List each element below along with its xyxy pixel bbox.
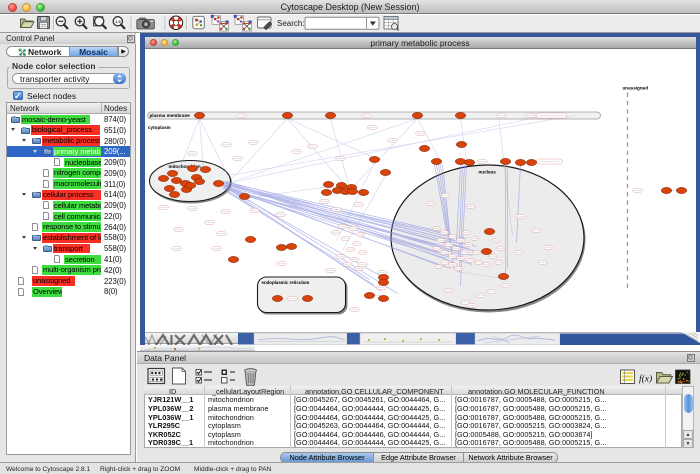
svg-text:endoplasmic reticulum: endoplasmic reticulum bbox=[261, 280, 309, 285]
svg-text:cytoplasm: cytoplasm bbox=[148, 125, 171, 130]
svg-text:plasma membrane: plasma membrane bbox=[149, 113, 190, 118]
svg-text:nucleus: nucleus bbox=[478, 169, 496, 174]
svg-text:f(x): f(x) bbox=[639, 374, 652, 385]
svg-text:1:1: 1:1 bbox=[115, 20, 121, 24]
svg-text:unassigned: unassigned bbox=[622, 85, 648, 90]
